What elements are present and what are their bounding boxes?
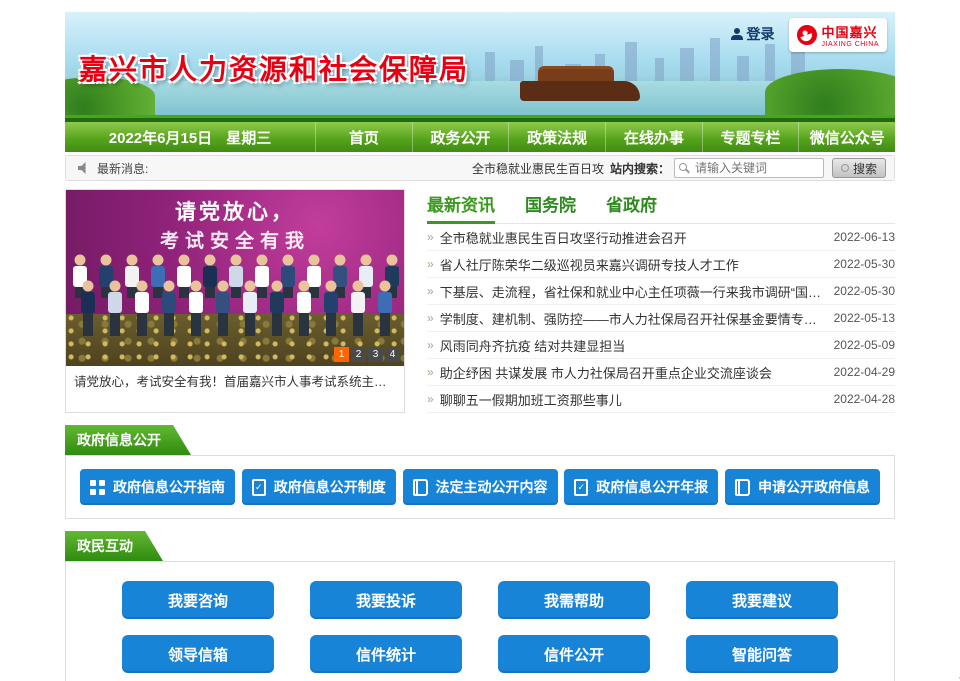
search-input[interactable]: [674, 158, 824, 178]
news-item[interactable]: » 风雨同舟齐抗疫 结对共建显担当 2022-05-09: [427, 332, 895, 359]
nav-item-wechat[interactable]: 微信公众号: [798, 122, 895, 152]
section-title-ribbon: 政民互动: [65, 531, 163, 561]
login-label: 登录: [747, 24, 775, 44]
document-check-icon: [574, 479, 588, 496]
section-interaction: 政民互动 我要咨询 我要投诉 我需帮助 我要建议 领导信箱 信件统计 信件公开 …: [65, 531, 895, 681]
document-check-icon: [252, 479, 266, 496]
carousel-slide[interactable]: 请党放心， 考试安全有我 1 2 3 4: [66, 190, 404, 366]
ticker-scrolling-text[interactable]: 全市稳就业惠民生百日攻: [472, 160, 604, 177]
news-item[interactable]: » 助企纾困 共谋发展 市人力社保局召开重点企业交流座谈会 2022-04-29: [427, 359, 895, 386]
chevrons-icon: »: [427, 365, 434, 379]
news-ticker-bar: 最新消息: 全市稳就业惠民生百日攻 站内搜索： 搜索: [65, 155, 895, 181]
pager-dot-3[interactable]: 3: [368, 347, 383, 362]
button-statutory-disclosure[interactable]: 法定主动公开内容: [403, 469, 558, 505]
button-complain[interactable]: 我要投诉: [310, 581, 462, 619]
chevrons-icon: »: [427, 284, 434, 298]
nav-item-special-columns[interactable]: 专题专栏: [702, 122, 799, 152]
news-item[interactable]: » 聊聊五一假期加班工资那些事儿 2022-04-28: [427, 386, 895, 413]
section-title-ribbon: 政府信息公开: [65, 425, 191, 455]
nav-item-online-services[interactable]: 在线办事: [605, 122, 702, 152]
book-icon: [735, 479, 750, 496]
button-leader-mailbox[interactable]: 领导信箱: [122, 635, 274, 673]
nav-item-home[interactable]: 首页: [315, 122, 412, 152]
login-link[interactable]: 登录: [731, 24, 775, 44]
button-letter-stats[interactable]: 信件统计: [310, 635, 462, 673]
site-title: 嘉兴市人力资源和社会保障局: [79, 48, 469, 88]
button-need-help[interactable]: 我需帮助: [498, 581, 650, 619]
site-search-label: 站内搜索：: [610, 160, 670, 177]
speaker-icon: [78, 162, 91, 174]
logo-title: 中国嘉兴: [822, 22, 879, 41]
search-icon: [841, 164, 849, 172]
news-item[interactable]: » 下基层、走流程，省社保和就业中心主任项薇一行来我市调研“国统”上线情况 20…: [427, 278, 895, 305]
button-annual-report[interactable]: 政府信息公开年报: [564, 469, 718, 505]
news-item[interactable]: » 学制度、建机制、强防控——市人力社保局召开社保基金要情专题学习会 2022-…: [427, 305, 895, 332]
page-container: 嘉兴市人力资源和社会保障局 登录 中国嘉兴 JIAXING CHINA 2022…: [65, 0, 895, 681]
news-panel: 最新资讯 国务院 省政府 » 全市稳就业惠民生百日攻坚行动推进会召开 2022-…: [427, 189, 895, 413]
main-nav: 2022年6月15日星期三 首页 政务公开 政策法规 在线办事 专题专栏 微信公…: [65, 118, 895, 152]
nav-item-gov-affairs[interactable]: 政务公开: [412, 122, 509, 152]
button-smart-qa[interactable]: 智能问答: [686, 635, 838, 673]
button-suggest[interactable]: 我要建议: [686, 581, 838, 619]
jiaxing-logo[interactable]: 中国嘉兴 JIAXING CHINA: [789, 18, 887, 52]
nav-item-policies[interactable]: 政策法规: [508, 122, 605, 152]
tab-state-council[interactable]: 国务院: [525, 191, 576, 223]
photo-carousel: 请党放心， 考试安全有我 1 2 3 4 请党放心，考试安全有我！首届嘉兴市人事…: [65, 189, 405, 413]
chevrons-icon: »: [427, 257, 434, 271]
chevrons-icon: »: [427, 338, 434, 352]
chevrons-icon: »: [427, 392, 434, 406]
search-button[interactable]: 搜索: [832, 158, 886, 178]
news-item[interactable]: » 省人社厅陈荣华二级巡视员来嘉兴调研专技人才工作 2022-05-30: [427, 251, 895, 278]
ticker-label: 最新消息:: [97, 160, 148, 177]
chevrons-icon: »: [427, 230, 434, 244]
boat-graphic: [520, 81, 640, 101]
tab-provincial-gov[interactable]: 省政府: [606, 191, 657, 223]
section-info-disclosure: 政府信息公开 政府信息公开指南 政府信息公开制度 法定主动公开内容 政府信息公开…: [65, 425, 895, 519]
pager-dot-2[interactable]: 2: [351, 347, 366, 362]
grid-icon: [90, 480, 105, 495]
tab-latest-news[interactable]: 最新资讯: [427, 191, 495, 223]
news-item[interactable]: » 全市稳就业惠民生百日攻坚行动推进会召开 2022-06-13: [427, 224, 895, 251]
book-icon: [413, 479, 428, 496]
search-icon: [679, 163, 687, 171]
button-consult[interactable]: 我要咨询: [122, 581, 274, 619]
button-info-system[interactable]: 政府信息公开制度: [242, 469, 396, 505]
news-tabs: 最新资讯 国务院 省政府: [427, 191, 895, 224]
header-banner: 嘉兴市人力资源和社会保障局 登录 中国嘉兴 JIAXING CHINA: [65, 12, 895, 118]
pager-dot-1[interactable]: 1: [334, 347, 349, 362]
button-request-disclosure[interactable]: 申请公开政府信息: [725, 469, 880, 505]
chevrons-icon: »: [427, 311, 434, 325]
button-info-guide[interactable]: 政府信息公开指南: [80, 469, 235, 505]
tree-graphic: [765, 69, 895, 115]
carousel-pager: 1 2 3 4: [334, 347, 400, 362]
button-letter-disclosure[interactable]: 信件公开: [498, 635, 650, 673]
carousel-caption[interactable]: 请党放心，考试安全有我！首届嘉兴市人事考试系统主题...: [66, 366, 404, 395]
jiaxing-logo-icon: [797, 25, 817, 45]
nav-date: 2022年6月15日星期三: [65, 122, 315, 152]
pager-dot-4[interactable]: 4: [385, 347, 400, 362]
user-icon: [731, 28, 743, 40]
carousel-people-graphic: [66, 234, 404, 352]
logo-subtitle: JIAXING CHINA: [822, 41, 879, 48]
